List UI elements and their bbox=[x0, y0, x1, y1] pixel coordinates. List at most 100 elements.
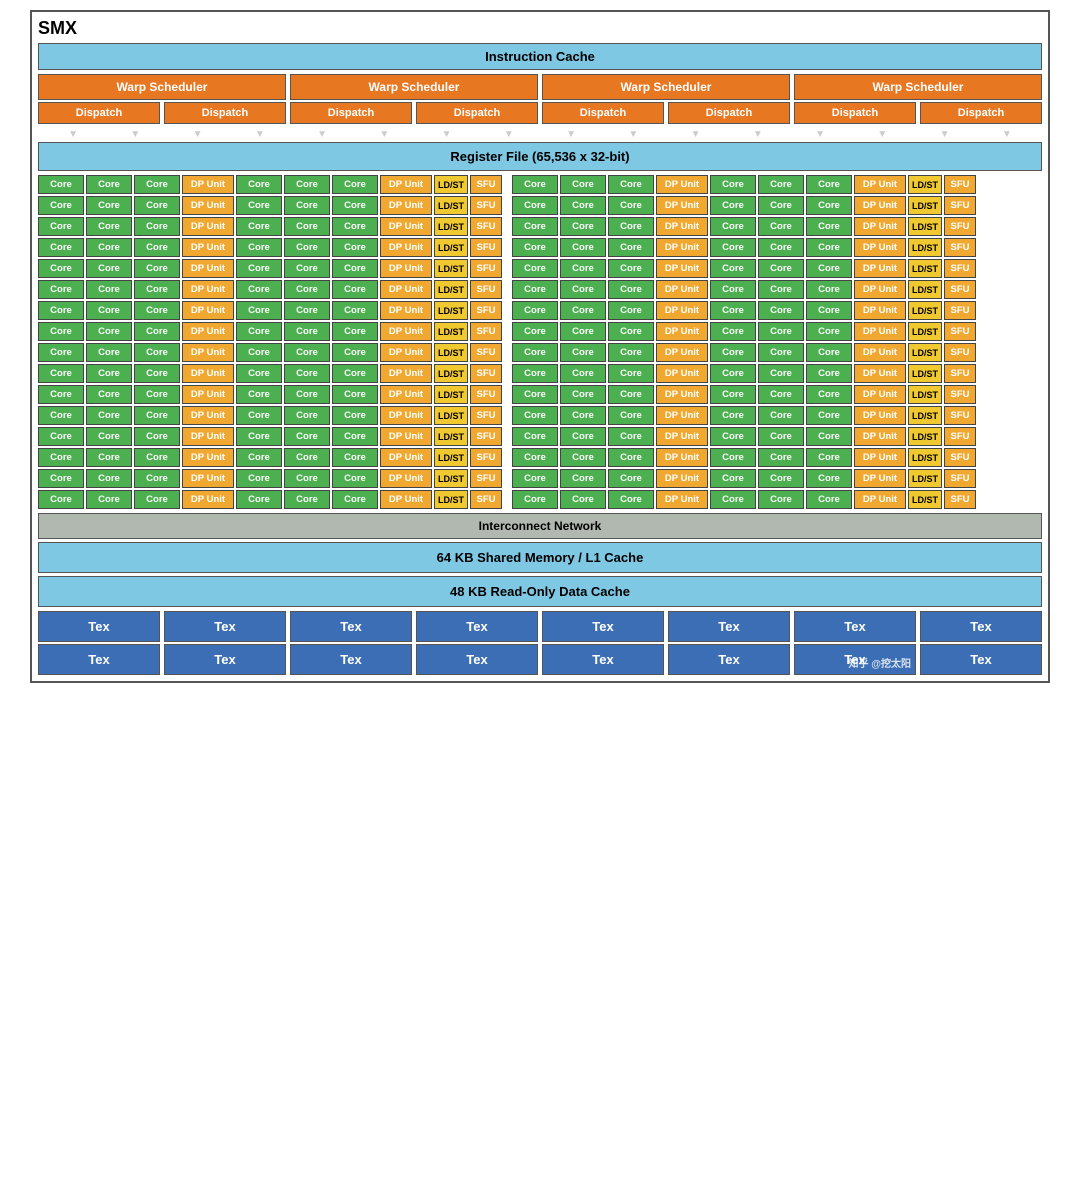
core-row-11: CoreCoreCoreDP UnitCoreCoreCoreDP UnitLD… bbox=[38, 385, 1042, 404]
core-r9-h2-c5: Core bbox=[758, 343, 804, 362]
cores-area: CoreCoreCoreDP UnitCoreCoreCoreDP UnitLD… bbox=[38, 175, 1042, 509]
dp-r11-h1-1: DP Unit bbox=[182, 385, 234, 404]
core-r10-h2-c3: Core bbox=[608, 364, 654, 383]
core-r2-h1-c1: Core bbox=[38, 196, 84, 215]
core-r6-h1-c2: Core bbox=[86, 280, 132, 299]
ldst-r6-h2: LD/ST bbox=[908, 280, 942, 299]
tex-2-3: Tex bbox=[290, 644, 412, 675]
dispatch-1: Dispatch bbox=[38, 102, 160, 124]
core-r9-h1-c5: Core bbox=[284, 343, 330, 362]
core-r3-h1-c2: Core bbox=[86, 217, 132, 236]
core-r4-h2-c6: Core bbox=[806, 238, 852, 257]
sfu-r2-h2: SFU bbox=[944, 196, 976, 215]
core-r4-h2-c4: Core bbox=[710, 238, 756, 257]
ldst-r14-h2: LD/ST bbox=[908, 448, 942, 467]
sfu-r4-h2: SFU bbox=[944, 238, 976, 257]
core-r15-h2-c3: Core bbox=[608, 469, 654, 488]
gap-r13 bbox=[504, 427, 510, 446]
interconnect-network: Interconnect Network bbox=[38, 513, 1042, 539]
arrow-12: ▼ bbox=[753, 130, 763, 140]
core-r2-h2-c4: Core bbox=[710, 196, 756, 215]
core-row-15: CoreCoreCoreDP UnitCoreCoreCoreDP UnitLD… bbox=[38, 469, 1042, 488]
core-r3-h2-c4: Core bbox=[710, 217, 756, 236]
dp-r10-h2-1: DP Unit bbox=[656, 364, 708, 383]
core-row-8: CoreCoreCoreDP UnitCoreCoreCoreDP UnitLD… bbox=[38, 322, 1042, 341]
ldst-r10-h1: LD/ST bbox=[434, 364, 468, 383]
ldst-r2-h2: LD/ST bbox=[908, 196, 942, 215]
core-r15-h1-c4: Core bbox=[236, 469, 282, 488]
arrows-row: ▼ ▼ ▼ ▼ ▼ ▼ ▼ ▼ ▼ ▼ ▼ ▼ ▼ ▼ ▼ ▼ bbox=[38, 128, 1042, 142]
ldst-r7-h2: LD/ST bbox=[908, 301, 942, 320]
arrow-16: ▼ bbox=[1002, 130, 1012, 140]
core-r15-h2-c6: Core bbox=[806, 469, 852, 488]
dp-r2-h1-2: DP Unit bbox=[380, 196, 432, 215]
core-r8-h2-c3: Core bbox=[608, 322, 654, 341]
core-r16-h2-c1: Core bbox=[512, 490, 558, 509]
sfu-r9-h1: SFU bbox=[470, 343, 502, 362]
dp-r8-h1-2: DP Unit bbox=[380, 322, 432, 341]
dp-r2-h2-2: DP Unit bbox=[854, 196, 906, 215]
core-r2-h1-c2: Core bbox=[86, 196, 132, 215]
core-r1-h1-c6: Core bbox=[332, 175, 378, 194]
dp-r6-h1-2: DP Unit bbox=[380, 280, 432, 299]
dp-r8-h2-2: DP Unit bbox=[854, 322, 906, 341]
dp-r16-h1-1: DP Unit bbox=[182, 490, 234, 509]
core-row-3: CoreCoreCoreDP UnitCoreCoreCoreDP UnitLD… bbox=[38, 217, 1042, 236]
sfu-r12-h2: SFU bbox=[944, 406, 976, 425]
arrow-8: ▼ bbox=[504, 130, 514, 140]
core-r7-h1-c4: Core bbox=[236, 301, 282, 320]
core-r13-h2-c4: Core bbox=[710, 427, 756, 446]
core-r2-h1-c5: Core bbox=[284, 196, 330, 215]
sfu-r8-h2: SFU bbox=[944, 322, 976, 341]
core-r13-h2-c2: Core bbox=[560, 427, 606, 446]
core-r8-h2-c6: Core bbox=[806, 322, 852, 341]
arrow-11: ▼ bbox=[691, 130, 701, 140]
sfu-r16-h2: SFU bbox=[944, 490, 976, 509]
core-r16-h2-c5: Core bbox=[758, 490, 804, 509]
dispatch-3: Dispatch bbox=[290, 102, 412, 124]
ldst-r13-h1: LD/ST bbox=[434, 427, 468, 446]
core-r14-h1-c4: Core bbox=[236, 448, 282, 467]
core-r10-h1-c4: Core bbox=[236, 364, 282, 383]
sfu-r3-h2: SFU bbox=[944, 217, 976, 236]
core-r3-h1-c6: Core bbox=[332, 217, 378, 236]
core-r11-h1-c6: Core bbox=[332, 385, 378, 404]
core-r10-h1-c3: Core bbox=[134, 364, 180, 383]
dp-r15-h2-2: DP Unit bbox=[854, 469, 906, 488]
dispatch-4: Dispatch bbox=[416, 102, 538, 124]
core-r11-h2-c4: Core bbox=[710, 385, 756, 404]
core-r5-h2-c4: Core bbox=[710, 259, 756, 278]
dp-r1-h1-1: DP Unit bbox=[182, 175, 234, 194]
core-r2-h2-c1: Core bbox=[512, 196, 558, 215]
core-r8-h2-c2: Core bbox=[560, 322, 606, 341]
core-r3-h2-c6: Core bbox=[806, 217, 852, 236]
dp-r11-h2-1: DP Unit bbox=[656, 385, 708, 404]
tex-2-1: Tex bbox=[38, 644, 160, 675]
core-r13-h1-c4: Core bbox=[236, 427, 282, 446]
core-r11-h1-c4: Core bbox=[236, 385, 282, 404]
ldst-r13-h2: LD/ST bbox=[908, 427, 942, 446]
core-r4-h1-c3: Core bbox=[134, 238, 180, 257]
tex-1-7: Tex bbox=[794, 611, 916, 642]
core-r14-h2-c3: Core bbox=[608, 448, 654, 467]
gap-r14 bbox=[504, 448, 510, 467]
core-r4-h1-c4: Core bbox=[236, 238, 282, 257]
core-r15-h1-c3: Core bbox=[134, 469, 180, 488]
sfu-r8-h1: SFU bbox=[470, 322, 502, 341]
sfu-r5-h1: SFU bbox=[470, 259, 502, 278]
core-r1-h2-c3: Core bbox=[608, 175, 654, 194]
core-r15-h2-c4: Core bbox=[710, 469, 756, 488]
core-r4-h2-c5: Core bbox=[758, 238, 804, 257]
core-r2-h2-c3: Core bbox=[608, 196, 654, 215]
core-r3-h1-c1: Core bbox=[38, 217, 84, 236]
core-r12-h1-c4: Core bbox=[236, 406, 282, 425]
core-r16-h2-c6: Core bbox=[806, 490, 852, 509]
core-r15-h1-c2: Core bbox=[86, 469, 132, 488]
dp-r14-h1-2: DP Unit bbox=[380, 448, 432, 467]
core-r6-h1-c6: Core bbox=[332, 280, 378, 299]
ldst-r4-h1: LD/ST bbox=[434, 238, 468, 257]
arrow-13: ▼ bbox=[815, 130, 825, 140]
core-r4-h1-c2: Core bbox=[86, 238, 132, 257]
dp-r5-h1-2: DP Unit bbox=[380, 259, 432, 278]
arrow-15: ▼ bbox=[940, 130, 950, 140]
